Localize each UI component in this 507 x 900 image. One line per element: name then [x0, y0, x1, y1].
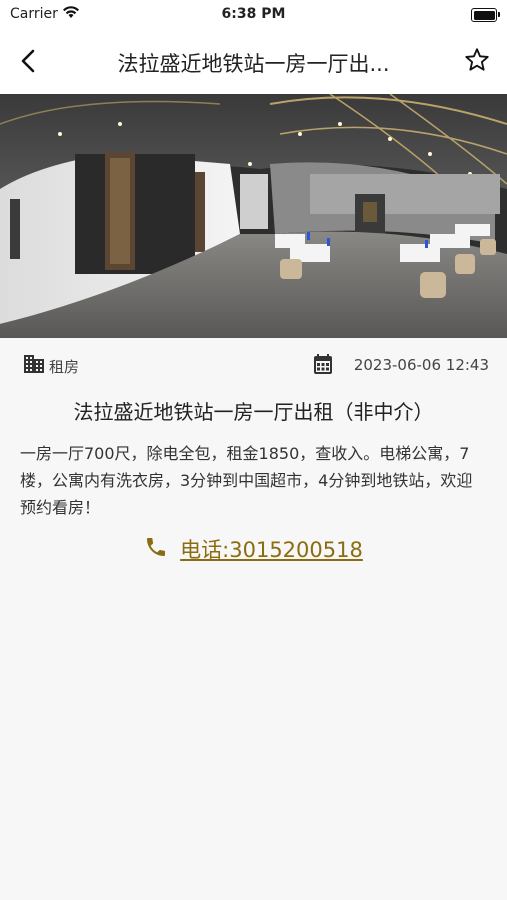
star-outline-icon [465, 48, 489, 71]
navigation-bar: 法拉盛近地铁站一房一厅出... [0, 30, 507, 94]
category-label: 租房 [49, 358, 80, 376]
phone-link[interactable]: 电话:3015200518 [180, 534, 363, 564]
page-title: 法拉盛近地铁站一房一厅出... [117, 52, 390, 76]
phone-icon [144, 535, 168, 563]
status-time: 6:38 PM [221, 6, 286, 22]
listing-description: 一房一厅700尺，除电全包，租金1850，查收入。电梯公寓，7楼，公寓内有洗衣房… [20, 444, 473, 517]
phone-contact: 电话:3015200518 [0, 534, 507, 564]
listing-title: 法拉盛近地铁站一房一厅出租（非中介） [73, 400, 434, 424]
favorite-button[interactable] [463, 46, 491, 74]
listing-photo[interactable] [0, 94, 507, 338]
battery-icon [471, 8, 500, 22]
post-datetime: 2023-06-06 12:43 [353, 356, 489, 374]
listing-meta: 租房 2023-06-06 12:43 [0, 350, 507, 380]
status-bar: Carrier 6:38 PM [0, 0, 507, 30]
chevron-left-icon [21, 49, 35, 73]
panorama-image [0, 94, 507, 338]
back-button[interactable] [14, 46, 44, 76]
building-icon [22, 352, 46, 380]
calendar-icon [311, 352, 335, 380]
